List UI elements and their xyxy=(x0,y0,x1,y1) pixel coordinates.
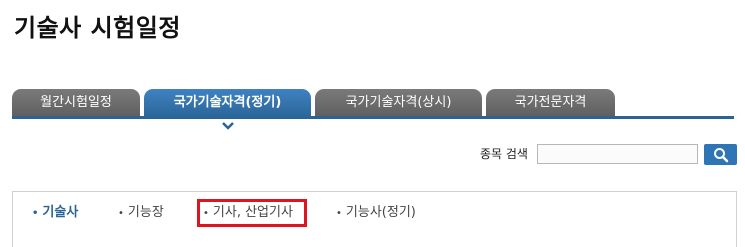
exam-type-tabs: 월간시험일정 국가기술자격(정기) 국가기술자격(상시) 국가전문자격 xyxy=(12,89,734,119)
tab-national-professional[interactable]: 국가전문자격 xyxy=(486,89,615,119)
search-input[interactable] xyxy=(537,144,698,164)
category-master-craftsman[interactable]: • 기능장 xyxy=(118,205,164,222)
category-craftsman-regular[interactable]: • 기능사(정기) xyxy=(336,205,416,222)
category-label: 기술사 xyxy=(42,205,79,220)
bullet-icon: • xyxy=(32,208,39,219)
category-label: 기능사(정기) xyxy=(345,205,416,220)
chevron-down-icon xyxy=(222,122,234,130)
tab-monthly-schedule[interactable]: 월간시험일정 xyxy=(12,89,140,119)
bullet-icon: • xyxy=(118,208,124,219)
category-professional-engineer[interactable]: • 기술사 xyxy=(32,205,78,222)
search-icon xyxy=(713,147,728,162)
bullet-icon: • xyxy=(336,208,342,219)
highlight-annotation xyxy=(197,199,307,227)
tab-national-technical-regular[interactable]: 국가기술자격(정기) xyxy=(144,89,311,119)
tab-national-technical-continuous[interactable]: 국가기술자격(상시) xyxy=(315,89,482,119)
search-button[interactable] xyxy=(704,144,737,165)
search-label: 종목 검색 xyxy=(480,147,528,161)
page-title: 기술사 시험일정 xyxy=(14,14,181,42)
category-label: 기능장 xyxy=(127,205,164,220)
